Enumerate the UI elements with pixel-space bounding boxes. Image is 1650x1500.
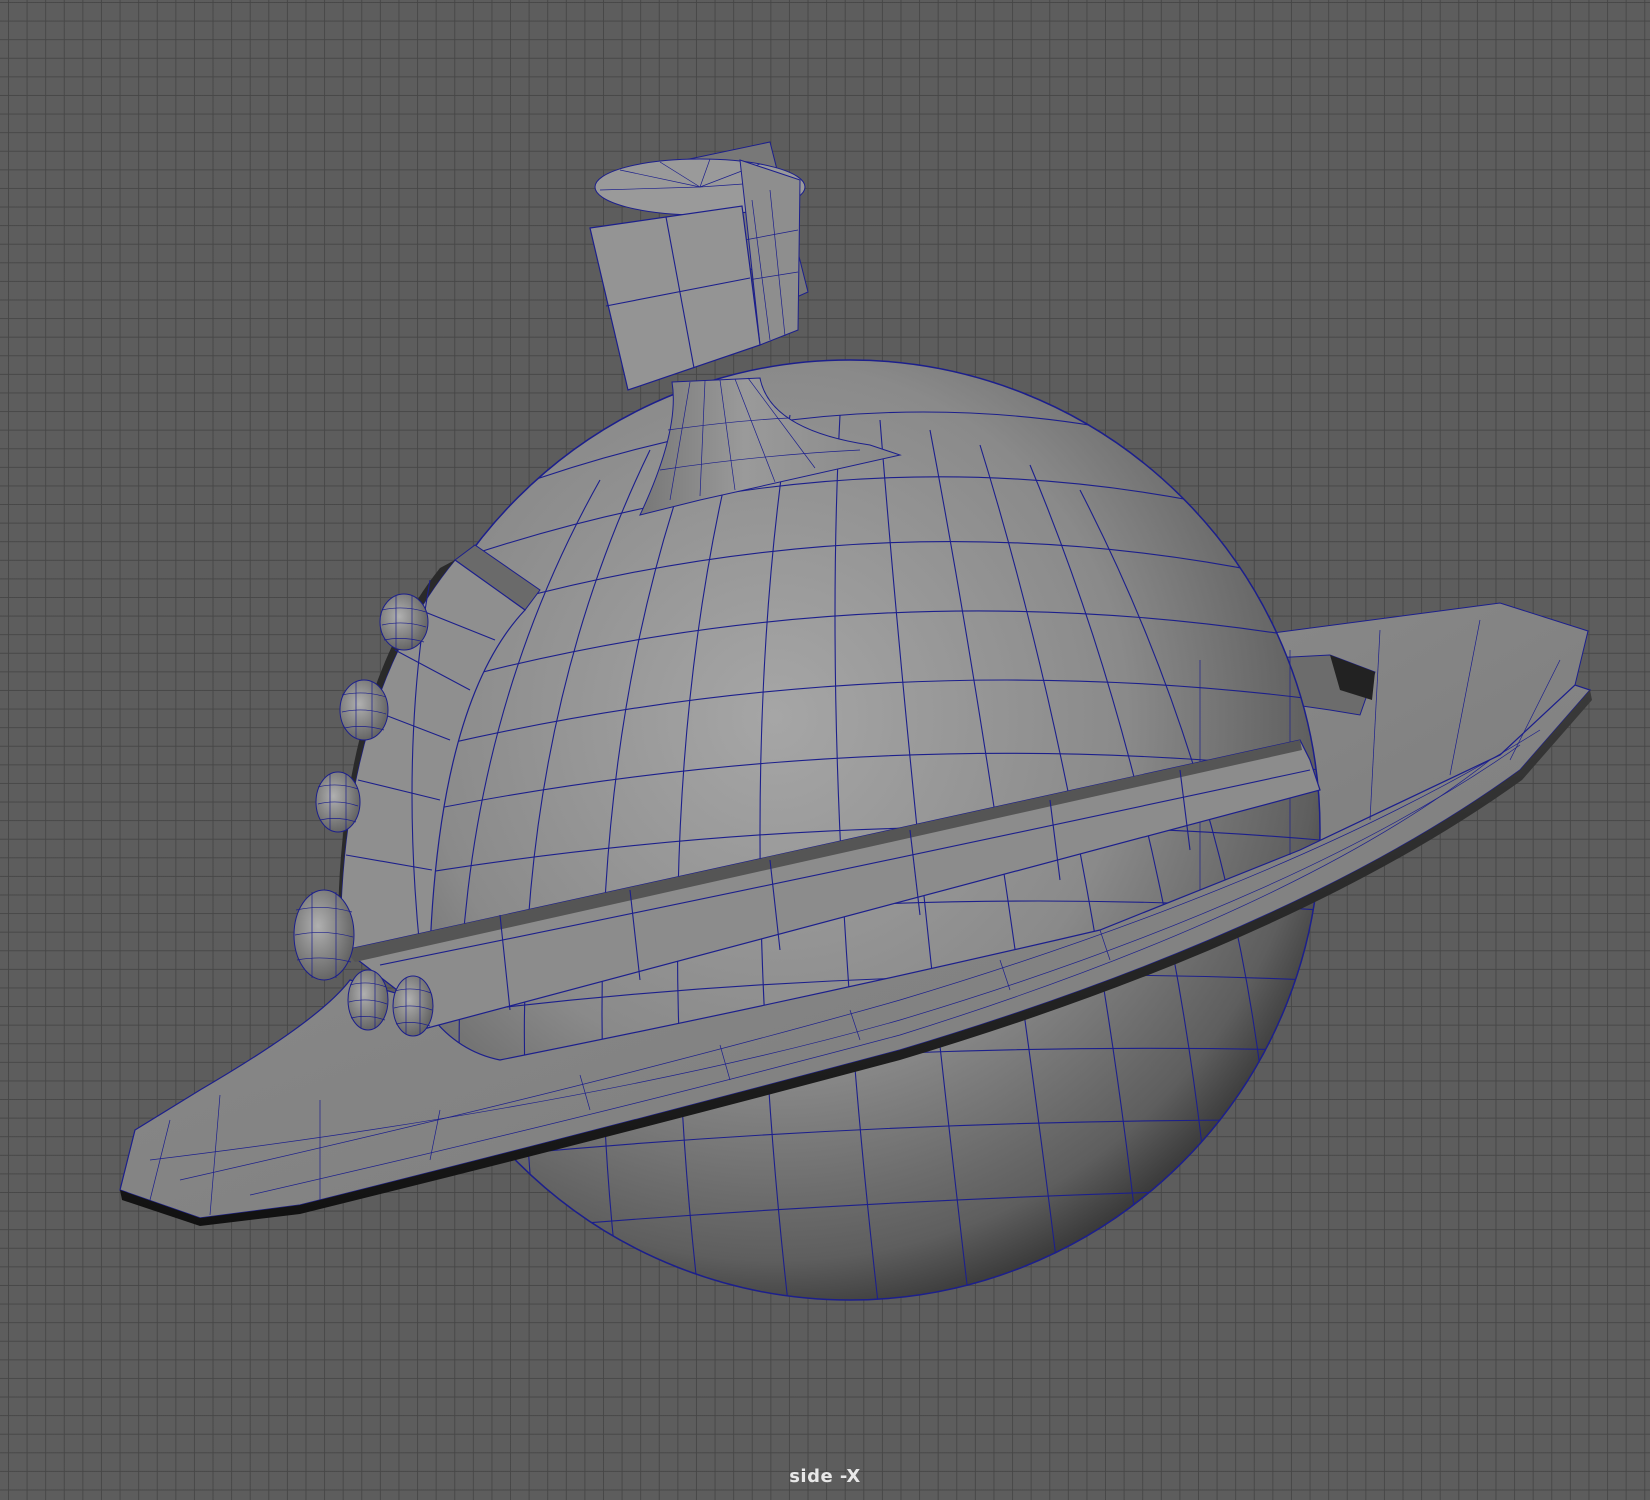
maya-viewport-panel[interactable]: side -X — [0, 0, 1650, 1500]
small-sphere-2[interactable] — [339, 679, 389, 741]
3d-model-view[interactable] — [0, 0, 1650, 1500]
small-sphere-4[interactable] — [293, 889, 355, 981]
small-sphere-3[interactable] — [315, 771, 361, 833]
small-sphere-1[interactable] — [379, 593, 429, 651]
camera-view-label: side -X — [789, 1466, 861, 1487]
top-block[interactable] — [589, 141, 809, 391]
small-sphere-6[interactable] — [392, 975, 434, 1037]
small-sphere-5[interactable] — [347, 969, 389, 1031]
